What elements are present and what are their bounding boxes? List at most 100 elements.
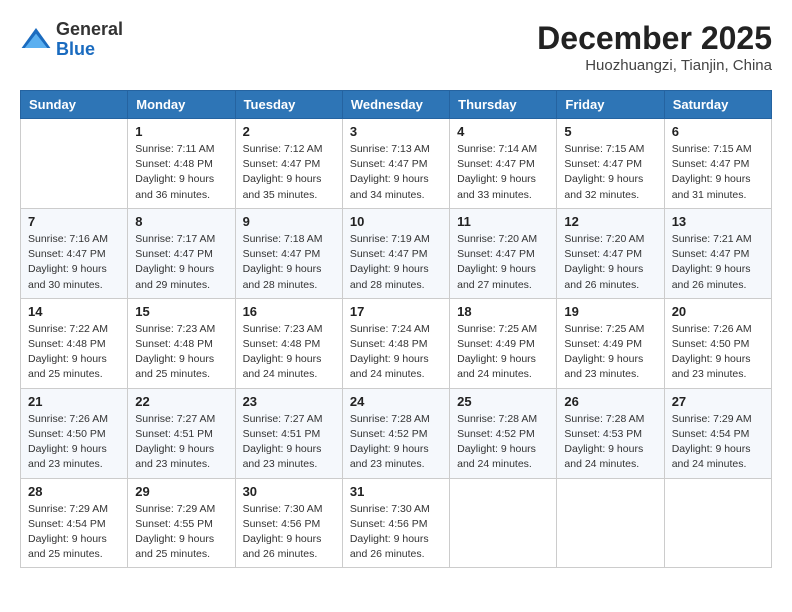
calendar-cell: 16Sunrise: 7:23 AM Sunset: 4:48 PM Dayli… xyxy=(235,298,342,388)
day-number: 11 xyxy=(457,214,549,229)
day-number: 9 xyxy=(243,214,335,229)
calendar-cell: 11 Sunrise: 7:20 AM Sunset: 4:47 PM Dayli… xyxy=(450,208,557,298)
calendar-cell: 25Sunrise: 7:28 AM Sunset: 4:52 PM Dayli… xyxy=(450,388,557,478)
day-number: 13 xyxy=(672,214,764,229)
calendar-cell: 14 Sunrise: 7:22 AM Sunset: 4:48 PM Dayli… xyxy=(21,298,128,388)
column-header-wednesday: Wednesday xyxy=(342,91,449,119)
calendar-cell: 5 Sunrise: 7:15 AM Sunset: 4:47 PM Daylig… xyxy=(557,119,664,209)
calendar-cell xyxy=(557,478,664,568)
calendar-cell: 24 Sunrise: 7:28 AM Sunset: 4:52 PM Dayli… xyxy=(342,388,449,478)
day-info: Sunrise: 7:28 AM Sunset: 4:53 PM Dayligh… xyxy=(564,412,656,473)
calendar-cell xyxy=(664,478,771,568)
week-row: 28Sunrise: 7:29 AM Sunset: 4:54 PM Dayli… xyxy=(21,478,772,568)
calendar-cell: 3 Sunrise: 7:13 AM Sunset: 4:47 PM Daylig… xyxy=(342,119,449,209)
day-info: Sunrise: 7:16 AM Sunset: 4:47 PM Dayligh… xyxy=(28,232,120,293)
week-row: 1 Sunrise: 7:11 AM Sunset: 4:48 PM Daylig… xyxy=(21,119,772,209)
calendar-cell: 20Sunrise: 7:26 AM Sunset: 4:50 PM Dayli… xyxy=(664,298,771,388)
day-info: Sunrise: 7:25 AM Sunset: 4:49 PM Dayligh… xyxy=(457,322,549,383)
day-number: 31 xyxy=(350,484,442,499)
day-info: Sunrise: 7:24 AM Sunset: 4:48 PM Dayligh… xyxy=(350,322,442,383)
day-number: 3 xyxy=(350,124,442,139)
calendar-cell xyxy=(21,119,128,209)
calendar-cell: 12 Sunrise: 7:20 AM Sunset: 4:47 PM Dayli… xyxy=(557,208,664,298)
day-info: Sunrise: 7:15 AM Sunset: 4:47 PM Dayligh… xyxy=(672,142,764,203)
day-number: 27 xyxy=(672,394,764,409)
day-number: 2 xyxy=(243,124,335,139)
day-info: Sunrise: 7:20 AM Sunset: 4:47 PM Dayligh… xyxy=(564,232,656,293)
logo: General Blue xyxy=(20,20,123,60)
day-number: 12 xyxy=(564,214,656,229)
day-info: Sunrise: 7:28 AM Sunset: 4:52 PM Dayligh… xyxy=(350,412,442,473)
day-info: Sunrise: 7:30 AM Sunset: 4:56 PM Dayligh… xyxy=(350,502,442,563)
column-header-friday: Friday xyxy=(557,91,664,119)
day-info: Sunrise: 7:27 AM Sunset: 4:51 PM Dayligh… xyxy=(135,412,227,473)
day-info: Sunrise: 7:11 AM Sunset: 4:48 PM Dayligh… xyxy=(135,142,227,203)
calendar-cell: 2 Sunrise: 7:12 AM Sunset: 4:47 PM Daylig… xyxy=(235,119,342,209)
day-number: 18 xyxy=(457,304,549,319)
month-title: December 2025 xyxy=(537,20,772,57)
day-info: Sunrise: 7:27 AM Sunset: 4:51 PM Dayligh… xyxy=(243,412,335,473)
day-number: 26 xyxy=(564,394,656,409)
day-number: 14 xyxy=(28,304,120,319)
calendar-cell: 15Sunrise: 7:23 AM Sunset: 4:48 PM Dayli… xyxy=(128,298,235,388)
week-row: 7 Sunrise: 7:16 AM Sunset: 4:47 PM Daylig… xyxy=(21,208,772,298)
day-info: Sunrise: 7:14 AM Sunset: 4:47 PM Dayligh… xyxy=(457,142,549,203)
calendar-cell: 19Sunrise: 7:25 AM Sunset: 4:49 PM Dayli… xyxy=(557,298,664,388)
day-number: 1 xyxy=(135,124,227,139)
column-header-thursday: Thursday xyxy=(450,91,557,119)
calendar-cell: 21Sunrise: 7:26 AM Sunset: 4:50 PM Dayli… xyxy=(21,388,128,478)
day-info: Sunrise: 7:20 AM Sunset: 4:47 PM Dayligh… xyxy=(457,232,549,293)
calendar-cell: 4Sunrise: 7:14 AM Sunset: 4:47 PM Daylig… xyxy=(450,119,557,209)
calendar-cell xyxy=(450,478,557,568)
day-info: Sunrise: 7:15 AM Sunset: 4:47 PM Dayligh… xyxy=(564,142,656,203)
day-info: Sunrise: 7:29 AM Sunset: 4:54 PM Dayligh… xyxy=(672,412,764,473)
day-info: Sunrise: 7:17 AM Sunset: 4:47 PM Dayligh… xyxy=(135,232,227,293)
location: Huozhuangzi, Tianjin, China xyxy=(537,57,772,74)
calendar-cell: 10Sunrise: 7:19 AM Sunset: 4:47 PM Dayli… xyxy=(342,208,449,298)
column-header-tuesday: Tuesday xyxy=(235,91,342,119)
day-number: 30 xyxy=(243,484,335,499)
column-header-saturday: Saturday xyxy=(664,91,771,119)
calendar-cell: 13 Sunrise: 7:21 AM Sunset: 4:47 PM Dayli… xyxy=(664,208,771,298)
day-info: Sunrise: 7:30 AM Sunset: 4:56 PM Dayligh… xyxy=(243,502,335,563)
calendar-cell: 28Sunrise: 7:29 AM Sunset: 4:54 PM Dayli… xyxy=(21,478,128,568)
calendar-cell: 22 Sunrise: 7:27 AM Sunset: 4:51 PM Dayli… xyxy=(128,388,235,478)
logo-icon xyxy=(20,24,52,56)
calendar-cell: 27 Sunrise: 7:29 AM Sunset: 4:54 PM Dayli… xyxy=(664,388,771,478)
day-number: 25 xyxy=(457,394,549,409)
week-row: 21Sunrise: 7:26 AM Sunset: 4:50 PM Dayli… xyxy=(21,388,772,478)
calendar-cell: 6Sunrise: 7:15 AM Sunset: 4:47 PM Daylig… xyxy=(664,119,771,209)
day-info: Sunrise: 7:29 AM Sunset: 4:55 PM Dayligh… xyxy=(135,502,227,563)
day-info: Sunrise: 7:19 AM Sunset: 4:47 PM Dayligh… xyxy=(350,232,442,293)
calendar-cell: 1 Sunrise: 7:11 AM Sunset: 4:48 PM Daylig… xyxy=(128,119,235,209)
calendar-cell: 31 Sunrise: 7:30 AM Sunset: 4:56 PM Dayli… xyxy=(342,478,449,568)
day-number: 20 xyxy=(672,304,764,319)
calendar-cell: 18 Sunrise: 7:25 AM Sunset: 4:49 PM Dayli… xyxy=(450,298,557,388)
day-number: 24 xyxy=(350,394,442,409)
day-number: 22 xyxy=(135,394,227,409)
day-number: 23 xyxy=(243,394,335,409)
column-header-monday: Monday xyxy=(128,91,235,119)
calendar-cell: 8Sunrise: 7:17 AM Sunset: 4:47 PM Daylig… xyxy=(128,208,235,298)
day-info: Sunrise: 7:13 AM Sunset: 4:47 PM Dayligh… xyxy=(350,142,442,203)
day-info: Sunrise: 7:12 AM Sunset: 4:47 PM Dayligh… xyxy=(243,142,335,203)
day-info: Sunrise: 7:26 AM Sunset: 4:50 PM Dayligh… xyxy=(28,412,120,473)
day-number: 19 xyxy=(564,304,656,319)
header-row: SundayMondayTuesdayWednesdayThursdayFrid… xyxy=(21,91,772,119)
day-info: Sunrise: 7:22 AM Sunset: 4:48 PM Dayligh… xyxy=(28,322,120,383)
week-row: 14 Sunrise: 7:22 AM Sunset: 4:48 PM Dayli… xyxy=(21,298,772,388)
day-number: 17 xyxy=(350,304,442,319)
calendar: SundayMondayTuesdayWednesdayThursdayFrid… xyxy=(20,90,772,568)
title-area: December 2025 Huozhuangzi, Tianjin, Chin… xyxy=(537,20,772,74)
day-number: 5 xyxy=(564,124,656,139)
day-info: Sunrise: 7:21 AM Sunset: 4:47 PM Dayligh… xyxy=(672,232,764,293)
day-number: 7 xyxy=(28,214,120,229)
day-info: Sunrise: 7:18 AM Sunset: 4:47 PM Dayligh… xyxy=(243,232,335,293)
day-number: 15 xyxy=(135,304,227,319)
calendar-cell: 29 Sunrise: 7:29 AM Sunset: 4:55 PM Dayli… xyxy=(128,478,235,568)
calendar-cell: 23 Sunrise: 7:27 AM Sunset: 4:51 PM Dayli… xyxy=(235,388,342,478)
column-header-sunday: Sunday xyxy=(21,91,128,119)
calendar-cell: 30 Sunrise: 7:30 AM Sunset: 4:56 PM Dayli… xyxy=(235,478,342,568)
day-number: 29 xyxy=(135,484,227,499)
day-number: 28 xyxy=(28,484,120,499)
